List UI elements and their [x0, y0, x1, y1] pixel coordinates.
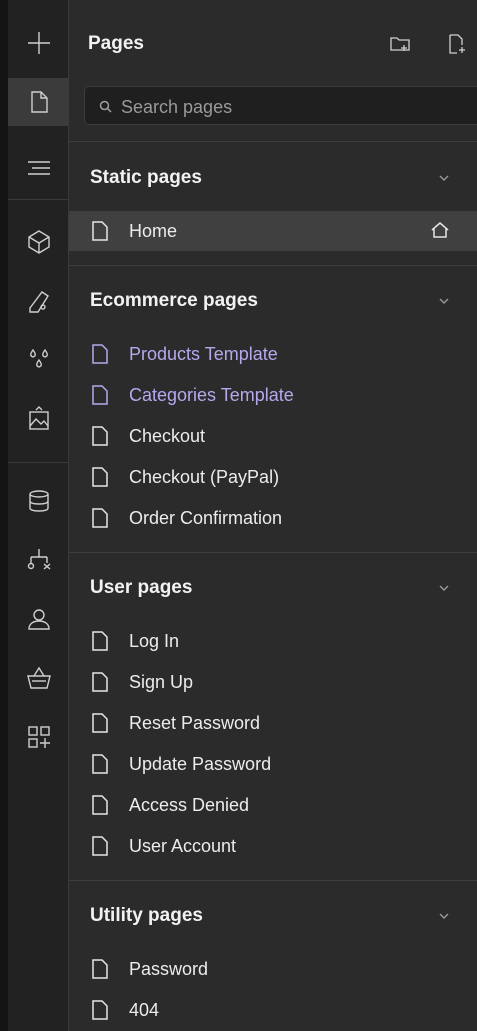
page-label: Categories Template [129, 385, 294, 405]
page-row-log-in[interactable]: Log In [69, 621, 477, 661]
chevron-down-icon[interactable] [438, 581, 452, 595]
rail-divider [8, 462, 69, 463]
page-icon [92, 467, 108, 487]
page-label: Reset Password [129, 713, 261, 733]
page-label: Order Confirmation [129, 508, 283, 528]
page-row-products-template[interactable]: Products Template [69, 334, 477, 374]
navigator-icon[interactable] [8, 144, 69, 192]
page-row-sign-up[interactable]: Sign Up [69, 662, 477, 702]
page-row-update-password[interactable]: Update Password [69, 744, 477, 784]
search-box[interactable] [84, 86, 477, 125]
rail-divider [8, 199, 69, 200]
assets-icon[interactable] [8, 395, 69, 443]
left-toolbar [0, 0, 69, 1031]
users-icon[interactable] [8, 595, 69, 643]
page-label: Password [129, 959, 209, 979]
page-row-checkout-paypal[interactable]: Checkout (PayPal) [69, 457, 477, 497]
page-icon [92, 795, 108, 815]
home-icon [430, 220, 452, 242]
page-label: User Account [129, 836, 237, 856]
section-title-utility-pages[interactable]: Utility pages [90, 905, 203, 927]
page-row-access-denied[interactable]: Access Denied [69, 785, 477, 825]
page-row-user-account[interactable]: User Account [69, 826, 477, 866]
page-label: Log In [129, 631, 180, 651]
page-label: Access Denied [129, 795, 250, 815]
add-icon[interactable] [8, 19, 69, 67]
panel-title: Pages [88, 33, 144, 54]
page-label: Checkout (PayPal) [129, 467, 280, 487]
page-row-404[interactable]: 404 [69, 990, 477, 1030]
page-label: 404 [129, 1000, 160, 1020]
section-title-static-pages[interactable]: Static pages [90, 167, 202, 189]
page-label: Home [129, 221, 178, 241]
rail-edge [0, 0, 8, 1031]
section-divider [69, 880, 477, 881]
page-icon [92, 631, 108, 651]
page-row-checkout[interactable]: Checkout [69, 416, 477, 456]
apps-icon[interactable] [8, 713, 69, 761]
variables-icon[interactable] [8, 336, 69, 384]
page-icon [92, 672, 108, 692]
page-row-order-confirmation[interactable]: Order Confirmation [69, 498, 477, 538]
page-icon [92, 959, 108, 979]
template-page-icon [92, 385, 108, 405]
page-icon [92, 221, 108, 241]
search-icon [99, 100, 112, 113]
chevron-down-icon[interactable] [438, 909, 452, 923]
panel-header: Pages [69, 0, 477, 78]
section-title-ecommerce-pages[interactable]: Ecommerce pages [90, 290, 258, 312]
page-icon [92, 426, 108, 446]
new-page-icon[interactable] [445, 33, 469, 57]
components-icon[interactable] [8, 218, 69, 266]
section-title-user-pages[interactable]: User pages [90, 577, 192, 599]
page-label: Sign Up [129, 672, 194, 692]
page-icon [92, 836, 108, 856]
section-divider [69, 265, 477, 266]
page-label: Checkout [129, 426, 206, 446]
page-icon [92, 713, 108, 733]
search-input[interactable] [119, 93, 473, 121]
chevron-down-icon[interactable] [438, 171, 452, 185]
logic-icon[interactable] [8, 536, 69, 584]
page-icon [92, 508, 108, 528]
pages-panel: Pages Static pages Home Ecommerce pages … [69, 0, 477, 1031]
page-label: Update Password [129, 754, 272, 774]
template-page-icon [92, 344, 108, 364]
cms-icon[interactable] [8, 477, 69, 525]
page-icon [92, 1000, 108, 1020]
page-icon [92, 754, 108, 774]
page-row-password[interactable]: Password [69, 949, 477, 989]
pages-icon[interactable] [8, 78, 69, 126]
page-row-reset-password[interactable]: Reset Password [69, 703, 477, 743]
page-label: Products Template [129, 344, 278, 364]
page-row-categories-template[interactable]: Categories Template [69, 375, 477, 415]
page-row-home[interactable]: Home [69, 211, 477, 251]
style-manager-icon[interactable] [8, 277, 69, 325]
new-folder-icon[interactable] [389, 33, 413, 57]
ecommerce-icon[interactable] [8, 654, 69, 702]
section-divider [69, 141, 477, 142]
chevron-down-icon[interactable] [438, 294, 452, 308]
section-divider [69, 552, 477, 553]
